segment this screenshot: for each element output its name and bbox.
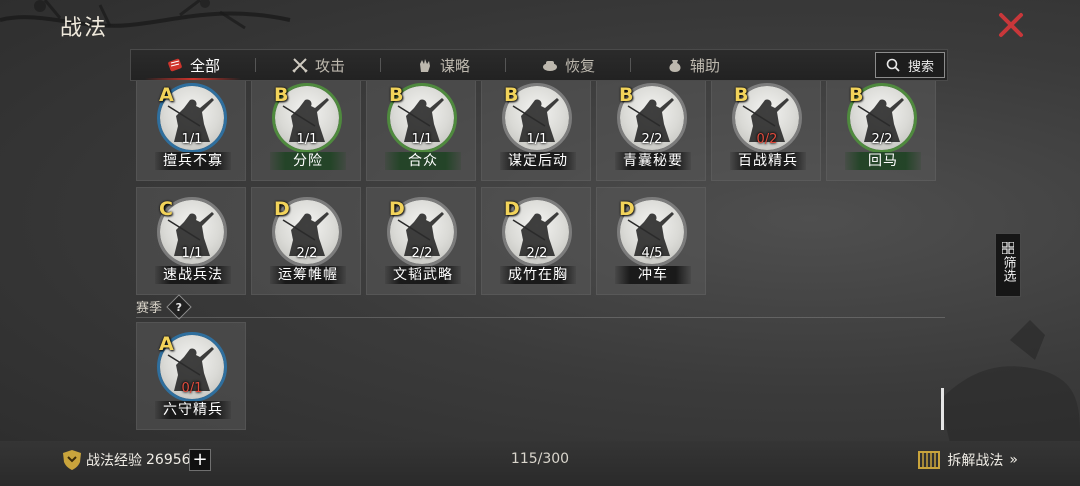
search-label: 搜索 xyxy=(907,59,934,75)
tab-label: 攻击 xyxy=(314,56,345,75)
tab-label: 恢复 xyxy=(564,56,595,75)
bottom-bar: 战法经验 26956 + 115/300 拆解战法 » xyxy=(0,441,1080,486)
tactic-count: 2/2 xyxy=(526,246,548,261)
tactic-name: 谋定后动 xyxy=(500,152,576,170)
tactics-row: C 1/1 速战兵法 D 2/2 运筹帷幄 D 2/2 文韬武略 D 2/2 成竹在胸 D 4/5 冲车 xyxy=(136,187,706,295)
scroll-icon xyxy=(168,58,182,72)
tactic-count: 0/2 xyxy=(756,132,778,147)
tactic-count: 1/1 xyxy=(526,132,548,147)
tactic-grade: B xyxy=(619,84,634,106)
tactic-name: 文韬武略 xyxy=(385,266,461,284)
tactic-grade: B xyxy=(389,84,404,106)
tactic-count: 2/2 xyxy=(871,132,893,147)
tea-cup-icon xyxy=(542,61,557,71)
tab-label: 全部 xyxy=(189,56,220,75)
help-button[interactable]: ? xyxy=(166,293,192,320)
hand-icon xyxy=(419,59,430,72)
tactic-card[interactable]: B 2/2 回马 xyxy=(826,81,936,181)
section-divider xyxy=(136,317,945,318)
tactic-grade: A xyxy=(159,84,174,106)
tactics-row: A 1/1 擅兵不寡 B 1/1 分险 B 1/1 合众 B 1/1 谋定后动 B 2/2 青囊秘要 B 0/2… xyxy=(136,81,936,181)
page-title: 战法 xyxy=(60,16,109,41)
tactic-card[interactable]: D 4/5 冲车 xyxy=(596,187,706,295)
tactic-grade: D xyxy=(389,198,405,220)
tactic-grade: D xyxy=(619,198,635,220)
tactic-name: 六守精兵 xyxy=(155,401,231,419)
double-chevron-right-icon: » xyxy=(1009,452,1018,468)
tactic-count: 1/1 xyxy=(181,132,203,147)
tactic-count: 2/2 xyxy=(411,246,433,261)
crossed-swords-icon xyxy=(292,58,308,73)
tactic-grade: D xyxy=(274,198,290,220)
dismantle-icon xyxy=(918,451,941,469)
tab-strategy[interactable]: 谋略 xyxy=(381,50,505,80)
tactic-name: 百战精兵 xyxy=(730,152,806,170)
tactic-card[interactable]: D 2/2 文韬武略 xyxy=(366,187,476,295)
tactic-card[interactable]: D 2/2 成竹在胸 xyxy=(481,187,591,295)
category-tab-bar: 全部 攻击 谋略 恢复 辅助 搜索 xyxy=(130,49,948,81)
tactic-name: 冲车 xyxy=(615,266,691,284)
tactic-count: 4/5 xyxy=(641,246,663,261)
tactic-card[interactable]: B 0/2 百战精兵 xyxy=(711,81,821,181)
filter-label: 筛选 xyxy=(1000,256,1016,282)
tactic-card[interactable]: D 2/2 运筹帷幄 xyxy=(251,187,361,295)
pouch-icon xyxy=(669,60,681,72)
tactic-name: 运筹帷幄 xyxy=(270,266,346,284)
tactic-grade: B xyxy=(849,84,864,106)
tactic-count: 2/2 xyxy=(296,246,318,261)
close-button[interactable] xyxy=(994,8,1028,42)
tactic-name: 分险 xyxy=(270,152,346,170)
search-icon xyxy=(886,58,900,72)
tactic-name: 擅兵不寡 xyxy=(155,152,231,170)
tactic-card[interactable]: C 1/1 速战兵法 xyxy=(136,187,246,295)
tactic-name: 速战兵法 xyxy=(155,266,231,284)
season-label: 赛季 xyxy=(136,301,163,316)
tactic-grade: B xyxy=(504,84,519,106)
scrollbar-thumb[interactable] xyxy=(941,388,944,430)
tab-recovery[interactable]: 恢复 xyxy=(506,50,630,80)
dismantle-tactics-button[interactable]: 拆解战法 » xyxy=(917,449,1018,471)
dismantle-label: 拆解战法 xyxy=(947,453,1004,469)
season-section-header: 赛季 ? xyxy=(136,293,192,320)
search-button[interactable]: 搜索 xyxy=(875,52,945,78)
tactic-name: 回马 xyxy=(845,152,921,170)
tactic-grade: A xyxy=(159,333,174,355)
tactic-count: 1/1 xyxy=(411,132,433,147)
question-mark-icon: ? xyxy=(175,299,183,313)
tactic-grade: B xyxy=(734,84,749,106)
tactic-name: 合众 xyxy=(385,152,461,170)
tab-label: 辅助 xyxy=(689,56,720,75)
tab-support[interactable]: 辅助 xyxy=(631,50,755,80)
tab-label: 谋略 xyxy=(439,56,470,75)
tactic-grade: C xyxy=(159,198,173,220)
tactic-name: 青囊秘要 xyxy=(615,152,691,170)
tactic-card[interactable]: B 1/1 谋定后动 xyxy=(481,81,591,181)
tactic-grade: B xyxy=(274,84,289,106)
tactic-card[interactable]: B 1/1 分险 xyxy=(251,81,361,181)
grid-icon xyxy=(1002,242,1014,254)
filter-button[interactable]: 筛选 xyxy=(995,233,1021,297)
tactic-count: 0/1 xyxy=(181,381,203,396)
tactic-card[interactable]: A 0/1 六守精兵 xyxy=(136,322,246,430)
season-tactics-row: A 0/1 六守精兵 xyxy=(136,322,246,430)
tactic-card[interactable]: B 2/2 青囊秘要 xyxy=(596,81,706,181)
tab-attack[interactable]: 攻击 xyxy=(256,50,380,80)
tactics-list-panel[interactable]: A 1/1 擅兵不寡 B 1/1 分险 B 1/1 合众 B 1/1 谋定后动 B 2/2 青囊秘要 B 0/2… xyxy=(130,81,945,440)
tactic-count: 2/2 xyxy=(641,132,663,147)
tactic-count: 1/1 xyxy=(181,246,203,261)
close-x-icon xyxy=(999,13,1023,37)
tactic-count: 1/1 xyxy=(296,132,318,147)
tab-all[interactable]: 全部 xyxy=(131,50,255,80)
tactic-grade: D xyxy=(504,198,520,220)
tactic-name: 成竹在胸 xyxy=(500,266,576,284)
tactic-card[interactable]: A 1/1 擅兵不寡 xyxy=(136,81,246,181)
tactic-card[interactable]: B 1/1 合众 xyxy=(366,81,476,181)
